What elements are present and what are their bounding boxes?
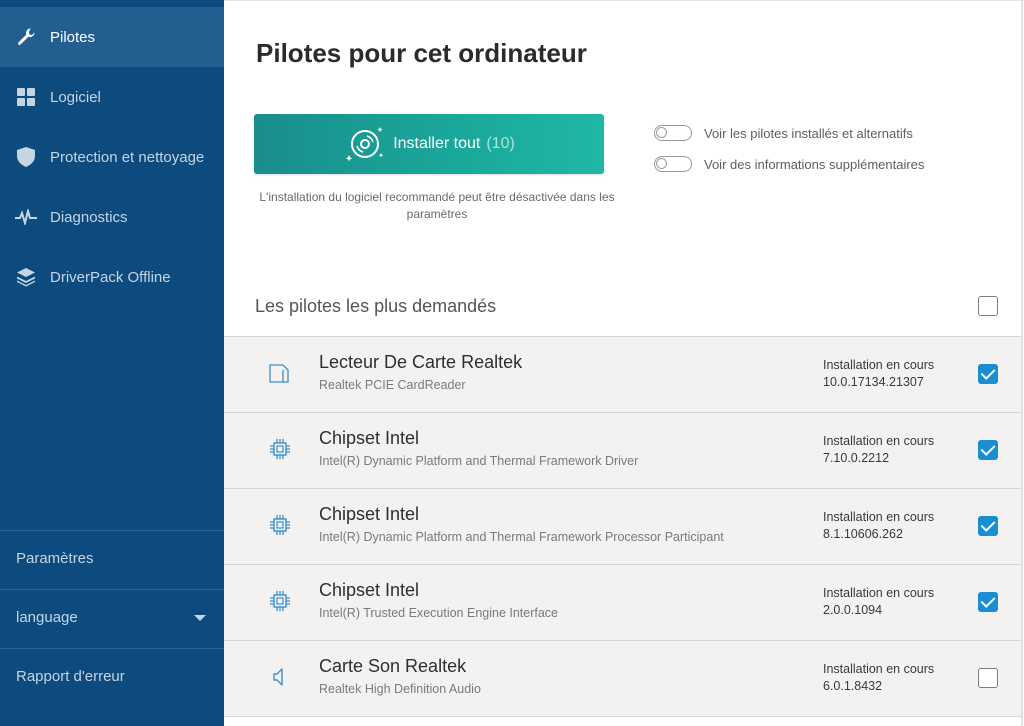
sidebar-item-pilotes[interactable]: Pilotes bbox=[0, 7, 224, 67]
sidebar-item-logiciel[interactable]: Logiciel bbox=[0, 67, 224, 127]
disc-icon bbox=[345, 127, 384, 162]
driver-version: 8.1.10606.262 bbox=[823, 527, 903, 541]
toggle-switch[interactable] bbox=[654, 156, 692, 172]
speaker-icon bbox=[273, 668, 283, 686]
driver-version: 10.0.17134.21307 bbox=[823, 375, 924, 389]
driver-description: Realtek PCIE CardReader bbox=[319, 378, 466, 392]
card-reader-icon bbox=[269, 364, 289, 383]
sidebar-item-protection[interactable]: Protection et nettoyage bbox=[0, 127, 224, 187]
page-title: Pilotes pour cet ordinateur bbox=[256, 38, 587, 68]
driver-description: Intel(R) Trusted Execution Engine Interf… bbox=[319, 606, 559, 620]
driver-name: Carte Son Realtek bbox=[319, 656, 467, 676]
chevron-down-icon[interactable] bbox=[194, 615, 206, 621]
shield-icon bbox=[0, 147, 50, 167]
sidebar-item-offline[interactable]: DriverPack Offline bbox=[0, 247, 224, 307]
driver-checkbox[interactable] bbox=[978, 364, 998, 384]
sidebar-item-label: Diagnostics bbox=[50, 208, 128, 226]
language-select[interactable]: language bbox=[16, 609, 78, 626]
sidebar-item-label: Protection et nettoyage bbox=[50, 148, 205, 166]
toggle-installed-alternatives[interactable]: Voir les pilotes installés et alternatif… bbox=[654, 125, 913, 141]
select-all-checkbox[interactable] bbox=[978, 296, 998, 316]
driver-name: Chipset Intel bbox=[319, 580, 420, 600]
driver-status: Installation en cours 6.0.1.8432 bbox=[823, 661, 934, 695]
driver-name: Lecteur De Carte Realtek bbox=[319, 352, 523, 372]
sidebar-item-label: Logiciel bbox=[50, 88, 101, 106]
sidebar: Pilotes Logiciel Protection et nettoyage… bbox=[0, 0, 224, 726]
driver-name: Chipset Intel bbox=[319, 504, 420, 524]
section-title: Les pilotes les plus demandés bbox=[255, 296, 497, 316]
driver-status: Installation en cours 10.0.17134.21307 bbox=[823, 357, 934, 391]
sidebar-divider bbox=[0, 589, 224, 590]
driver-checkbox[interactable] bbox=[978, 668, 998, 688]
install-all-label: Installer tout bbox=[393, 135, 481, 152]
chip-icon bbox=[270, 591, 290, 611]
driver-description: Intel(R) Dynamic Platform and Thermal Fr… bbox=[319, 530, 724, 544]
chip-icon bbox=[270, 515, 290, 535]
driver-status-text: Installation en cours bbox=[823, 586, 935, 600]
error-report-link[interactable]: Rapport d'erreur bbox=[16, 668, 125, 685]
toggle-switch[interactable] bbox=[654, 125, 692, 141]
driver-row[interactable]: Chipset Intel Intel(R) Trusted Execution… bbox=[224, 564, 1021, 640]
pulse-icon bbox=[0, 209, 50, 225]
toggle-extra-info[interactable]: Voir des informations supplémentaires bbox=[654, 156, 924, 172]
driver-version: 6.0.1.8432 bbox=[823, 679, 883, 693]
grid-icon bbox=[0, 88, 50, 106]
install-note: L'installation du logiciel recommandé pe… bbox=[259, 190, 615, 221]
driver-status: Installation en cours 7.10.0.2212 bbox=[823, 433, 934, 467]
driver-status-text: Installation en cours bbox=[823, 510, 935, 524]
driver-description: Intel(R) Dynamic Platform and Thermal Fr… bbox=[319, 454, 639, 468]
driver-row[interactable]: Carte Son Realtek Realtek High Definitio… bbox=[224, 640, 1021, 717]
driver-version: 2.0.0.1094 bbox=[823, 603, 883, 617]
toggle-label: Voir les pilotes installés et alternatif… bbox=[704, 125, 913, 141]
wrench-icon bbox=[0, 27, 50, 47]
scrollbar-track[interactable] bbox=[1021, 0, 1023, 726]
toggle-label: Voir des informations supplémentaires bbox=[704, 156, 925, 172]
top-border bbox=[224, 0, 1024, 1]
layers-icon bbox=[0, 267, 50, 287]
install-all-count: (10) bbox=[486, 135, 515, 152]
sidebar-item-label: Pilotes bbox=[50, 28, 96, 46]
driver-status: Installation en cours 8.1.10606.262 bbox=[823, 509, 934, 543]
driver-description: Realtek High Definition Audio bbox=[319, 682, 481, 696]
settings-link[interactable]: Paramètres bbox=[16, 550, 94, 567]
driver-checkbox[interactable] bbox=[978, 592, 998, 612]
sidebar-divider bbox=[0, 530, 224, 531]
chip-icon bbox=[270, 439, 290, 459]
driver-status-text: Installation en cours bbox=[823, 662, 935, 676]
driver-version: 7.10.0.2212 bbox=[823, 451, 890, 465]
driver-status-text: Installation en cours bbox=[823, 434, 935, 448]
driver-checkbox[interactable] bbox=[978, 440, 998, 460]
driver-row[interactable]: Lecteur De Carte Realtek Realtek PCIE Ca… bbox=[224, 336, 1021, 412]
driver-checkbox[interactable] bbox=[978, 516, 998, 536]
driver-status-text: Installation en cours bbox=[823, 358, 935, 372]
driver-name: Chipset Intel bbox=[319, 428, 420, 448]
sidebar-item-label: DriverPack Offline bbox=[50, 268, 171, 286]
install-all-button[interactable]: Installer tout (10) bbox=[254, 114, 604, 174]
sidebar-divider bbox=[0, 648, 224, 649]
driver-row[interactable]: Chipset Intel Intel(R) Dynamic Platform … bbox=[224, 488, 1021, 564]
driver-status: Installation en cours 2.0.0.1094 bbox=[823, 585, 934, 619]
driver-row[interactable]: Chipset Intel Intel(R) Dynamic Platform … bbox=[224, 412, 1021, 488]
sidebar-item-diagnostics[interactable]: Diagnostics bbox=[0, 187, 224, 247]
